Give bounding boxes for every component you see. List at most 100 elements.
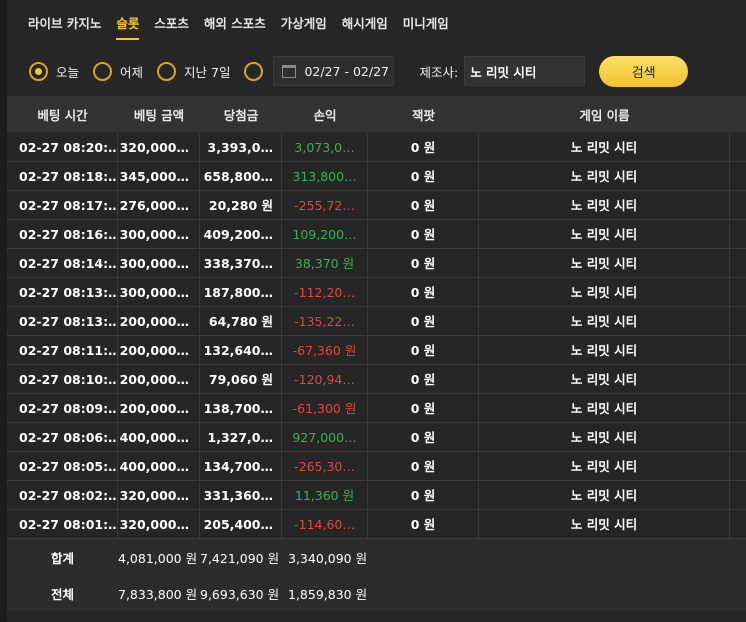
table-header: 베팅 시간 베팅 금액 당첨금 손익 잭팟 게임 이름 xyxy=(7,96,746,132)
cell-bet-time: 02-27 08:16:… xyxy=(7,219,118,249)
cell-game-name: 노 리밋 시티 xyxy=(479,509,730,539)
cell-profit-loss: -112,20… xyxy=(282,277,368,307)
cell-jackpot: 0 원 xyxy=(368,509,479,539)
cell-jackpot: 0 원 xyxy=(368,422,479,452)
tab-live-casino[interactable]: 라이브 카지노 xyxy=(28,0,101,48)
summary-label: 합계 xyxy=(50,550,74,566)
tab-virtual-game[interactable]: 가상게임 xyxy=(281,0,327,48)
summary-win: 7,421,090 원 xyxy=(200,550,280,566)
cell-winnings: 20,280 원 xyxy=(200,190,282,220)
radio-today[interactable]: 오늘 xyxy=(29,61,79,81)
cell-jackpot: 0 원 xyxy=(368,306,479,336)
cell-winnings: 3,393,0… xyxy=(200,132,282,162)
cell-spacer xyxy=(730,162,746,191)
summary-win: 9,693,630 원 xyxy=(200,586,280,602)
table-row: 02-27 08:09:… 200,000… 138,700… -61,300 원0 … xyxy=(7,393,746,423)
cell-jackpot: 0 원 xyxy=(368,248,479,278)
cell-bet-amount: 200,000… xyxy=(118,393,200,423)
cell-game-name: 노 리밋 시티 xyxy=(479,422,730,452)
date-range-value: 02/27 - 02/27 xyxy=(304,63,389,79)
cell-bet-time: 02-27 08:13:… xyxy=(7,277,118,307)
cell-bet-amount: 400,000… xyxy=(118,422,200,452)
table-row: 02-27 08:06:… 400,000… 1,327,0… 927,000… 0 원… xyxy=(7,422,746,452)
cell-game-name: 노 리밋 시티 xyxy=(479,306,730,336)
cell-bet-time: 02-27 08:09:… xyxy=(7,393,118,423)
cell-bet-amount: 200,000… xyxy=(118,335,200,365)
tab-overseas-sports[interactable]: 해외 스포츠 xyxy=(204,0,266,48)
cell-bet-amount: 300,000… xyxy=(118,248,200,278)
cell-game-name: 노 리밋 시티 xyxy=(479,219,730,249)
cell-winnings: 187,800… xyxy=(200,277,282,307)
cell-spacer xyxy=(730,191,746,220)
col-profit-loss: 손익 xyxy=(313,107,337,123)
cell-profit-loss: -265,30… xyxy=(282,451,368,481)
cell-jackpot: 0 원 xyxy=(368,335,479,365)
cell-profit-loss: 313,800… xyxy=(282,161,368,191)
cell-bet-time: 02-27 08:10:… xyxy=(7,364,118,394)
cell-winnings: 132,640… xyxy=(200,335,282,365)
tab-hash-game[interactable]: 해시게임 xyxy=(342,0,388,48)
table-row: 02-27 08:10:… 200,000… 79,060 원 -120,94… 0 원… xyxy=(7,364,746,394)
cell-profit-loss: 3,073,0… xyxy=(282,132,368,162)
table-row: 02-27 08:13:… 300,000… 187,800… -112,20… 0 원… xyxy=(7,277,746,307)
cell-bet-time: 02-27 08:05:… xyxy=(7,451,118,481)
cell-game-name: 노 리밋 시티 xyxy=(479,335,730,365)
cell-spacer xyxy=(730,336,746,365)
cell-spacer xyxy=(730,481,746,510)
cell-jackpot: 0 원 xyxy=(368,190,479,220)
cell-game-name: 노 리밋 시티 xyxy=(479,480,730,510)
manufacturer-input[interactable] xyxy=(464,56,586,86)
summary-label: 전체 xyxy=(50,586,74,602)
cell-bet-amount: 200,000… xyxy=(118,306,200,336)
table-row: 02-27 08:01:… 320,000… 205,400… -114,60… 0 원… xyxy=(7,509,746,539)
summary-bet: 7,833,800 원 xyxy=(118,586,198,602)
tab-mini-game[interactable]: 미니게임 xyxy=(403,0,449,48)
date-range-picker[interactable]: 02/27 - 02/27 xyxy=(273,56,395,86)
cell-profit-loss: -255,72… xyxy=(282,190,368,220)
cell-game-name: 노 리밋 시티 xyxy=(479,190,730,220)
cell-bet-time: 02-27 08:11:… xyxy=(7,335,118,365)
cell-winnings: 338,370… xyxy=(200,248,282,278)
cell-game-name: 노 리밋 시티 xyxy=(479,248,730,278)
cell-spacer xyxy=(730,365,746,394)
summary-row-subtotal: 합계 4,081,000 원 7,421,090 원 3,340,090 원 xyxy=(7,539,746,575)
cell-profit-loss: 38,370 원 xyxy=(282,248,368,278)
radio-circle-icon xyxy=(157,61,177,81)
table-row: 02-27 08:11:… 200,000… 132,640… -67,360 원0 … xyxy=(7,335,746,365)
tab-slot[interactable]: 슬롯 xyxy=(116,0,140,48)
cell-winnings: 79,060 원 xyxy=(200,364,282,394)
cell-bet-amount: 345,000… xyxy=(118,161,200,191)
col-winnings: 당첨금 xyxy=(223,107,259,123)
col-jackpot: 잭팟 xyxy=(411,107,435,123)
radio-circle-icon xyxy=(93,61,113,81)
cell-spacer xyxy=(730,133,746,162)
manufacturer-label: 제조사: xyxy=(419,64,459,80)
cell-bet-time: 02-27 08:18:… xyxy=(7,161,118,191)
summary-section: 합계 4,081,000 원 7,421,090 원 3,340,090 원 전… xyxy=(7,539,746,611)
cell-jackpot: 0 원 xyxy=(368,277,479,307)
summary-row-total: 전체 7,833,800 원 9,693,630 원 1,859,830 원 xyxy=(7,575,746,611)
radio-last-7-days[interactable]: 지난 7일 xyxy=(157,61,230,81)
cell-bet-time: 02-27 08:20:… xyxy=(7,132,118,162)
search-button[interactable]: 검색 xyxy=(599,55,689,87)
cell-game-name: 노 리밋 시티 xyxy=(479,132,730,162)
table-row: 02-27 08:20:… 320,000… 3,393,0… 3,073,0… 0 원… xyxy=(7,132,746,162)
cell-profit-loss: 11,360 원 xyxy=(282,480,368,510)
tab-sports[interactable]: 스포츠 xyxy=(154,0,189,48)
radio-yesterday[interactable]: 어제 xyxy=(93,61,143,81)
cell-game-name: 노 리밋 시티 xyxy=(479,393,730,423)
cell-bet-time: 02-27 08:02:… xyxy=(7,480,118,510)
cell-bet-amount: 320,000… xyxy=(118,132,200,162)
cell-spacer xyxy=(730,220,746,249)
cell-jackpot: 0 원 xyxy=(368,161,479,191)
radio-circle-icon xyxy=(29,61,48,81)
cell-bet-time: 02-27 08:13:… xyxy=(7,306,118,336)
cell-bet-time: 02-27 08:06:… xyxy=(7,422,118,452)
cell-profit-loss: -114,60… xyxy=(282,509,368,539)
cell-spacer xyxy=(730,423,746,452)
cell-bet-time: 02-27 08:14:… xyxy=(7,248,118,278)
radio-custom-range[interactable] xyxy=(244,61,264,81)
filter-bar: 오늘 어제 지난 7일 02/27 - 02/27 제조사: 검색 xyxy=(7,48,746,94)
summary-profit-loss: 1,859,830 원 xyxy=(288,586,368,602)
col-game-name: 게임 이름 xyxy=(579,107,630,123)
